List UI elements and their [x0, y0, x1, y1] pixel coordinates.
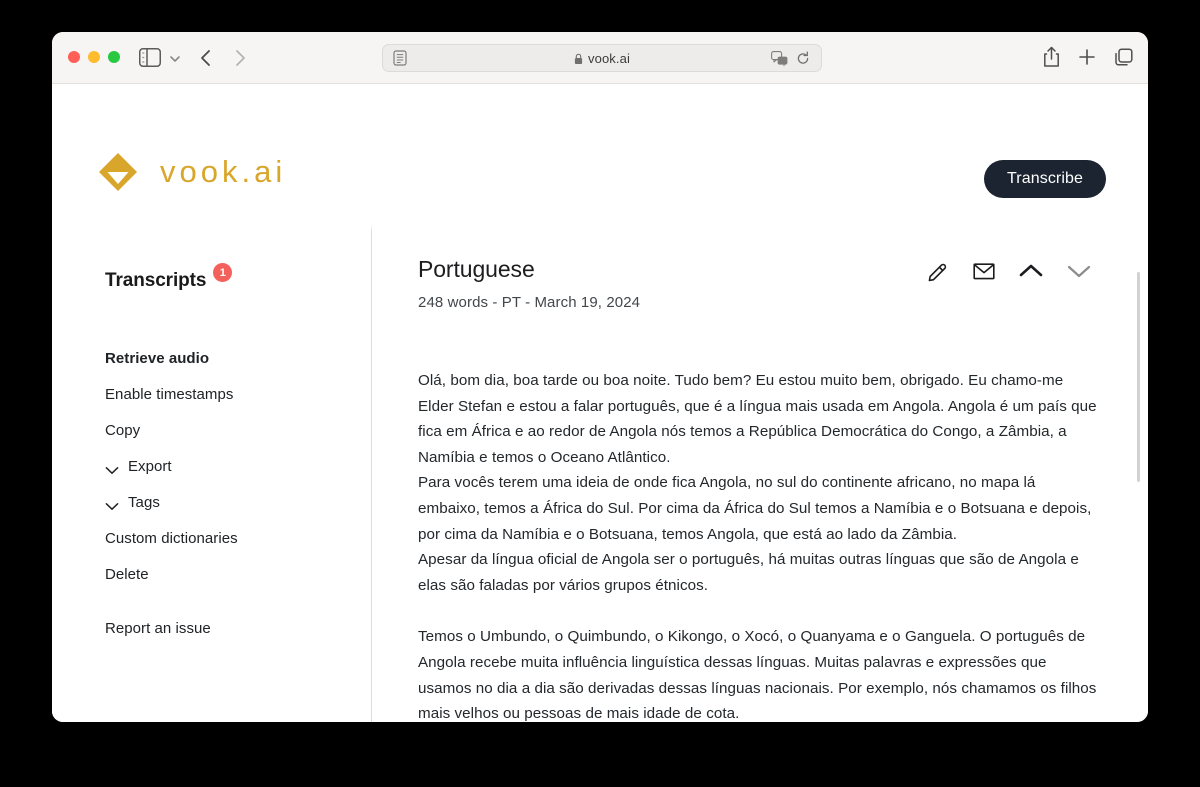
translate-icon[interactable]	[771, 50, 788, 66]
share-icon[interactable]	[1043, 46, 1060, 73]
address-bar[interactable]: vook.ai	[382, 44, 822, 72]
main-content: Portuguese 248 words - PT - March 19, 20…	[372, 214, 1148, 722]
brand-name: vook.ai	[160, 154, 287, 189]
transcript-body: Olá, bom dia, boa tarde ou boa noite. Tu…	[418, 368, 1100, 722]
forward-arrow-icon[interactable]	[230, 46, 250, 70]
reload-icon[interactable]	[796, 51, 810, 66]
sidebar-item-export[interactable]: Export	[105, 448, 355, 484]
reader-view-icon[interactable]	[393, 50, 407, 66]
document-meta: 248 words - PT - March 19, 2024	[418, 294, 641, 311]
browser-window: vook.ai vook.ai Transcribe Transcripts 1…	[52, 32, 1148, 722]
toolbar-right-actions	[1043, 46, 1134, 73]
chevron-down-icon	[105, 462, 119, 474]
back-arrow-icon[interactable]	[196, 46, 216, 70]
transcripts-count-badge: 1	[213, 263, 233, 282]
sidebar-item-label: Tags	[128, 493, 160, 511]
sidebar-item-delete[interactable]: Delete	[105, 556, 355, 592]
sidebar-item-custom-dictionaries[interactable]: Custom dictionaries	[105, 520, 355, 556]
transcript-paragraph: Olá, bom dia, boa tarde ou boa noite. Tu…	[418, 372, 1097, 466]
sidebar-item-label: Export	[128, 457, 172, 475]
chevron-up-icon[interactable]	[1018, 261, 1044, 286]
maximize-window-button[interactable]	[108, 51, 120, 63]
sidebar-toggle-icon[interactable]	[139, 48, 161, 67]
sidebar-item-label: Report an issue	[105, 619, 211, 637]
transcribe-button[interactable]: Transcribe	[984, 160, 1106, 198]
sidebar-item-copy[interactable]: Copy	[105, 412, 355, 448]
transcript-paragraph: Apesar da língua oficial de Angola ser o…	[418, 551, 1079, 594]
browser-toolbar: vook.ai	[52, 32, 1148, 84]
edit-icon[interactable]	[926, 259, 950, 288]
scrollbar[interactable]	[1137, 272, 1140, 672]
lock-icon	[574, 52, 583, 64]
sidebar-item-label: Enable timestamps	[105, 385, 234, 403]
close-window-button[interactable]	[68, 51, 80, 63]
sidebar-title: Transcripts	[105, 270, 207, 291]
page-content: vook.ai Transcribe Transcripts 1 Retriev…	[52, 84, 1148, 722]
chevron-down-icon	[105, 498, 119, 510]
address-bar-url: vook.ai	[588, 50, 630, 66]
diamond-logo-icon	[96, 150, 140, 194]
mail-icon[interactable]	[972, 259, 996, 288]
transcript-paragraph: Para vocês terem uma ideia de onde fica …	[418, 474, 1092, 543]
sidebar-header: Transcripts 1	[105, 263, 233, 292]
sidebar: Transcripts 1 Retrieve audio Enable time…	[52, 214, 371, 722]
sidebar-item-tags[interactable]: Tags	[105, 484, 355, 520]
sidebar-item-label: Delete	[105, 565, 149, 583]
menu-spacer	[105, 592, 355, 610]
transcript-paragraph: Temos o Umbundo, o Quimbundo, o Kikongo,…	[418, 628, 1097, 722]
sidebar-item-label: Retrieve audio	[105, 349, 210, 367]
plus-icon[interactable]	[1078, 48, 1096, 71]
sidebar-item-retrieve-audio[interactable]: Retrieve audio	[105, 340, 355, 376]
brand-logo[interactable]: vook.ai	[96, 150, 286, 194]
chevron-down-icon[interactable]	[1066, 261, 1092, 286]
sidebar-chevron-down-icon[interactable]	[168, 52, 182, 64]
sidebar-item-enable-timestamps[interactable]: Enable timestamps	[105, 376, 355, 412]
sidebar-item-report-an-issue[interactable]: Report an issue	[105, 610, 355, 646]
address-bar-content: vook.ai	[383, 51, 821, 66]
document-actions	[926, 259, 1092, 288]
sidebar-item-label: Copy	[105, 421, 141, 439]
scrollbar-thumb[interactable]	[1137, 272, 1140, 482]
sidebar-menu: Retrieve audio Enable timestamps Copy Ex…	[105, 340, 355, 646]
traffic-lights	[68, 51, 120, 63]
sidebar-item-label: Custom dictionaries	[105, 529, 238, 547]
tab-overview-icon[interactable]	[1114, 47, 1134, 72]
minimize-window-button[interactable]	[88, 51, 100, 63]
